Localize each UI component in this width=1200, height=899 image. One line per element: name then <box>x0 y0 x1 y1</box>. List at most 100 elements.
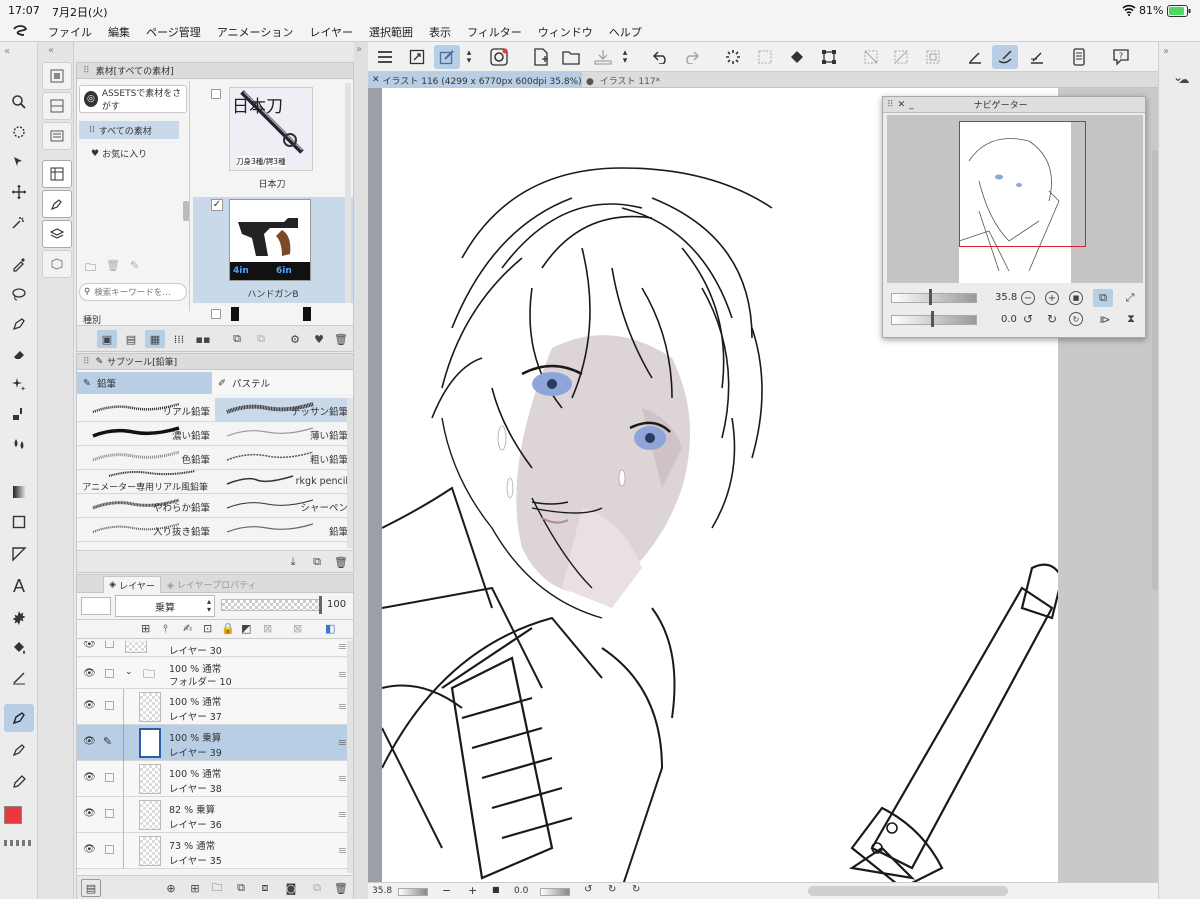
menu-edit[interactable]: 編集 <box>100 24 138 40</box>
companion-icon[interactable]: ☁ <box>1171 70 1197 88</box>
zoom-in-icon[interactable]: + <box>1045 291 1059 305</box>
view-tiny-icon[interactable]: ▪▪ <box>193 330 213 348</box>
lock-icon[interactable]: 🔒 <box>221 622 235 635</box>
rotate-left-icon[interactable]: ↺ <box>584 884 592 895</box>
snap-ruler-icon[interactable] <box>962 45 988 69</box>
layer-list-view-icon[interactable]: ▤ <box>81 879 101 897</box>
navigator-preview[interactable] <box>887 115 1143 283</box>
auto-select-tool-icon[interactable] <box>4 208 34 236</box>
flip-vertical-icon[interactable]: ⧗ <box>1123 311 1139 327</box>
eye-icon[interactable]: 👁 <box>83 700 96 711</box>
brush-item[interactable]: rkgk pencil <box>215 470 352 494</box>
rename-folder-icon[interactable]: ✎ <box>130 259 139 275</box>
collapse-dock-icon[interactable]: » <box>1163 46 1169 57</box>
brush-item[interactable]: 鉛筆 <box>215 518 352 542</box>
view-list-icon[interactable]: ▤ <box>121 330 141 348</box>
brush-item[interactable]: 入り抜き鉛筆 <box>77 518 214 542</box>
drag-handle-icon[interactable]: ≡ <box>338 844 347 857</box>
trash-icon[interactable]: 🗑 <box>331 330 351 348</box>
navigator-zoom-slider[interactable] <box>891 293 977 303</box>
eye-icon[interactable]: 👁 <box>83 641 96 650</box>
chevron-down-icon[interactable]: ⌄ <box>125 667 133 677</box>
layer-edit-toggle[interactable] <box>105 641 114 648</box>
palette-3d-icon[interactable] <box>42 250 72 278</box>
pencil-tool-icon[interactable] <box>4 704 34 732</box>
rectangle-tool-icon[interactable] <box>4 508 34 536</box>
brush-tool-icon[interactable] <box>4 736 34 764</box>
collapse-dock-icon[interactable]: « <box>48 45 54 56</box>
navigator-viewport-rect[interactable] <box>959 121 1086 247</box>
transform-icon[interactable] <box>816 45 842 69</box>
close-icon[interactable]: ✕ <box>898 100 906 110</box>
flip-horizontal-icon[interactable]: ⧐ <box>1097 311 1113 327</box>
view-image-icon[interactable]: ▣ <box>97 330 117 348</box>
smartphone-icon[interactable] <box>1066 45 1092 69</box>
layer-edit-toggle[interactable] <box>105 701 114 710</box>
loading-icon[interactable] <box>720 45 746 69</box>
navigator-rotate-knob[interactable] <box>931 311 934 327</box>
reset-rotation-icon[interactable]: ↻ <box>1069 312 1083 326</box>
layer-edit-toggle[interactable] <box>105 773 114 782</box>
layer-row[interactable]: 👁 100 % 通常 レイヤー 38 ≡ <box>77 761 353 797</box>
subtool-tab-pastel[interactable]: ✐ パステル <box>211 372 353 394</box>
drag-grip-icon[interactable]: ⠿ <box>887 100 894 110</box>
zoom-in-icon[interactable]: + <box>468 884 477 897</box>
drag-grip-icon[interactable]: ⠿ <box>83 66 90 76</box>
material-checkbox-checked[interactable]: ✓ <box>211 199 223 211</box>
layer-row[interactable]: 👁 100 % 通常 レイヤー 37 ≡ <box>77 689 353 725</box>
undo-icon[interactable] <box>648 45 674 69</box>
eye-icon[interactable]: 👁 <box>83 668 96 679</box>
tree-favorites[interactable]: ♥ お気に入り <box>91 147 147 161</box>
rotate-left-icon[interactable]: ↺ <box>1021 312 1035 326</box>
tree-all-materials[interactable]: ⁞⁞ すべての素材 <box>79 121 179 139</box>
layer-color-toggle[interactable] <box>81 597 111 615</box>
eye-icon[interactable]: 👁 <box>83 772 96 783</box>
menu-file[interactable]: ファイル <box>40 24 100 40</box>
ruler-tool-icon[interactable] <box>4 540 34 568</box>
fill-tool-icon[interactable] <box>4 634 34 662</box>
main-color-swatch[interactable] <box>4 806 22 824</box>
duplicate-icon[interactable]: ⧉ <box>307 553 327 571</box>
trash-icon[interactable]: 🗑 <box>331 553 351 571</box>
copy-material-icon[interactable]: ⧉ <box>251 330 271 348</box>
material-scrollbar-track[interactable] <box>345 83 351 303</box>
settings-gear-icon[interactable]: ⚙ <box>285 330 305 348</box>
pen-edit-icon[interactable]: ✎ <box>103 735 112 748</box>
layer-row[interactable]: 👁 82 % 乗算 レイヤー 36 ≡ <box>77 797 353 833</box>
palette-navigator-icon[interactable] <box>42 62 72 90</box>
app-logo-icon[interactable] <box>0 24 40 39</box>
deselect-icon[interactable] <box>858 45 884 69</box>
tree-scrollbar[interactable] <box>183 201 189 221</box>
fill-bucket-icon[interactable] <box>784 45 810 69</box>
reference-icon[interactable]: ⫯ <box>163 622 168 636</box>
minimize-icon[interactable]: _ <box>909 100 914 110</box>
download-icon[interactable]: ⤓ <box>283 553 303 571</box>
drag-handle-icon[interactable]: ≡ <box>338 668 347 681</box>
eye-icon[interactable]: 👁 <box>83 808 96 819</box>
new-raster-layer-icon[interactable]: ⊕ <box>161 879 181 897</box>
layer-scrollbar[interactable] <box>347 641 353 873</box>
balloon-tool-icon[interactable] <box>4 604 34 632</box>
material-item-handgun[interactable]: ✓ 4in 6in ハンドガンB <box>193 197 353 303</box>
menu-view[interactable]: 表示 <box>421 24 459 40</box>
canvas-tab[interactable]: ● イラスト 117* <box>586 74 660 87</box>
brush-item[interactable]: アニメーター専用リアル風鉛筆 <box>77 470 214 494</box>
eye-icon[interactable]: 👁 <box>83 736 96 747</box>
brush-scrollbar[interactable] <box>347 398 353 548</box>
layer-row[interactable]: 👁 レイヤー 30 ≡ <box>77 641 353 657</box>
brush-item[interactable]: シャーペン <box>215 494 352 518</box>
brush-item[interactable]: 薄い鉛筆 <box>215 422 352 446</box>
marker-tool-icon[interactable] <box>4 768 34 796</box>
new-folder-icon[interactable]: 🗀 <box>207 879 227 897</box>
palette-subtool-icon[interactable] <box>42 190 72 218</box>
brush-item[interactable]: リアル鉛筆 <box>77 398 214 422</box>
help-icon[interactable]: ? <box>1108 45 1134 69</box>
close-tab-icon[interactable]: ✕ <box>372 75 380 85</box>
text-tool-icon[interactable]: A <box>4 572 34 600</box>
snap-special-ruler-icon[interactable] <box>992 45 1018 69</box>
rotate-tool-icon[interactable] <box>4 118 34 146</box>
lock-transparent-icon[interactable]: ⊡ <box>203 622 212 635</box>
layer-edit-toggle[interactable] <box>105 845 114 854</box>
mask-create-icon[interactable]: ◙ <box>281 879 301 897</box>
line-tool-icon[interactable] <box>4 664 34 692</box>
